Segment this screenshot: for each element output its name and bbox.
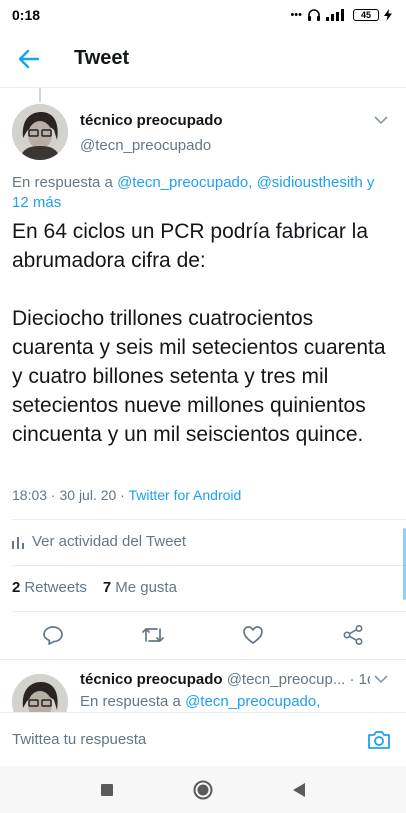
reply-prefix: En respuesta a [12, 174, 118, 191]
thread-connector [39, 88, 41, 102]
activity-icon [12, 536, 24, 549]
reply-button[interactable] [40, 622, 66, 648]
reply-prefix: En respuesta a [80, 693, 186, 710]
reply-icon [43, 626, 63, 645]
reply-context: En respuesta a @tecn_preocupado, [80, 693, 320, 710]
battery-icon: 45 [353, 9, 379, 21]
chevron-down-icon [374, 116, 388, 125]
reply-mention-link[interactable]: @tecn_preocupado, [185, 693, 320, 710]
signal-icon [326, 9, 344, 21]
camera-button[interactable] [366, 727, 392, 753]
tweet-stats: 2 Retweets 7 Me gusta [12, 579, 177, 596]
system-navbar [0, 766, 406, 813]
status-time: 0:18 [12, 7, 41, 23]
reply-author-name: técnico preocupado [80, 671, 223, 688]
reply-context: En respuesta a @tecn_preocupado, @sidiou… [12, 173, 392, 213]
camera-icon [368, 730, 390, 749]
home-button[interactable] [191, 778, 215, 802]
view-activity-link[interactable]: Ver actividad del Tweet [12, 533, 186, 550]
like-icon [243, 626, 263, 644]
share-icon [343, 624, 363, 646]
reply-author-line[interactable]: técnico preocupado @tecn_preocup... · 1d [80, 671, 370, 688]
divider [12, 565, 406, 566]
app-bar: Tweet [0, 30, 406, 88]
activity-label: Ver actividad del Tweet [32, 533, 186, 550]
tweet-timestamp: 18:03 · 30 jul. 20 · [12, 487, 129, 503]
chevron-down-icon [374, 675, 388, 684]
share-button[interactable] [340, 622, 366, 648]
nav-recents-icon [101, 783, 113, 796]
nav-back-icon [293, 782, 305, 797]
nav-home-icon [193, 780, 213, 799]
status-bar: 0:18 ••• 45 [0, 0, 406, 30]
nav-back-button[interactable] [287, 778, 311, 802]
author-handle[interactable]: @tecn_preocupado [80, 137, 211, 154]
retweets-count: 2 [12, 579, 21, 596]
headphones-icon [308, 9, 320, 21]
likes-stat[interactable]: 7 Me gusta [103, 579, 177, 596]
tweet-menu-button[interactable] [374, 112, 388, 130]
more-dots-icon: ••• [290, 9, 302, 21]
tweet-source-link[interactable]: Twitter for Android [128, 487, 241, 503]
author-name[interactable]: técnico preocupado [80, 112, 223, 129]
page-title: Tweet [74, 47, 130, 69]
tweet-actions [0, 612, 406, 658]
likes-label: Me gusta [115, 579, 177, 596]
reply-input[interactable]: Twittea tu respuesta [12, 731, 146, 748]
reply-mentions-link[interactable]: @tecn_preocupado, @sidiousthesith [117, 174, 363, 191]
divider [0, 659, 406, 660]
avatar-image [12, 104, 68, 160]
tweet-meta: 18:03 · 30 jul. 20 · Twitter for Android [12, 487, 241, 503]
charging-icon [384, 9, 392, 21]
recents-button[interactable] [95, 778, 119, 802]
tweet-text: En 64 ciclos un PCR podría fabricar la a… [12, 220, 386, 446]
retweet-button[interactable] [140, 622, 166, 648]
likes-count: 7 [102, 579, 112, 596]
retweets-stat[interactable]: 2 Retweets [12, 579, 87, 596]
status-icons: ••• 45 [290, 8, 392, 22]
divider [12, 519, 406, 520]
like-button[interactable] [240, 622, 266, 648]
avatar[interactable] [12, 104, 68, 160]
back-button[interactable] [0, 30, 58, 88]
retweet-icon [142, 628, 164, 642]
retweets-label: Retweets [24, 579, 87, 596]
reply-menu-button[interactable] [374, 671, 388, 689]
reply-composer[interactable]: Twittea tu respuesta [0, 712, 406, 766]
reply-handle-time: @tecn_preocup... · 1d [222, 671, 370, 688]
back-arrow-icon [18, 49, 40, 68]
